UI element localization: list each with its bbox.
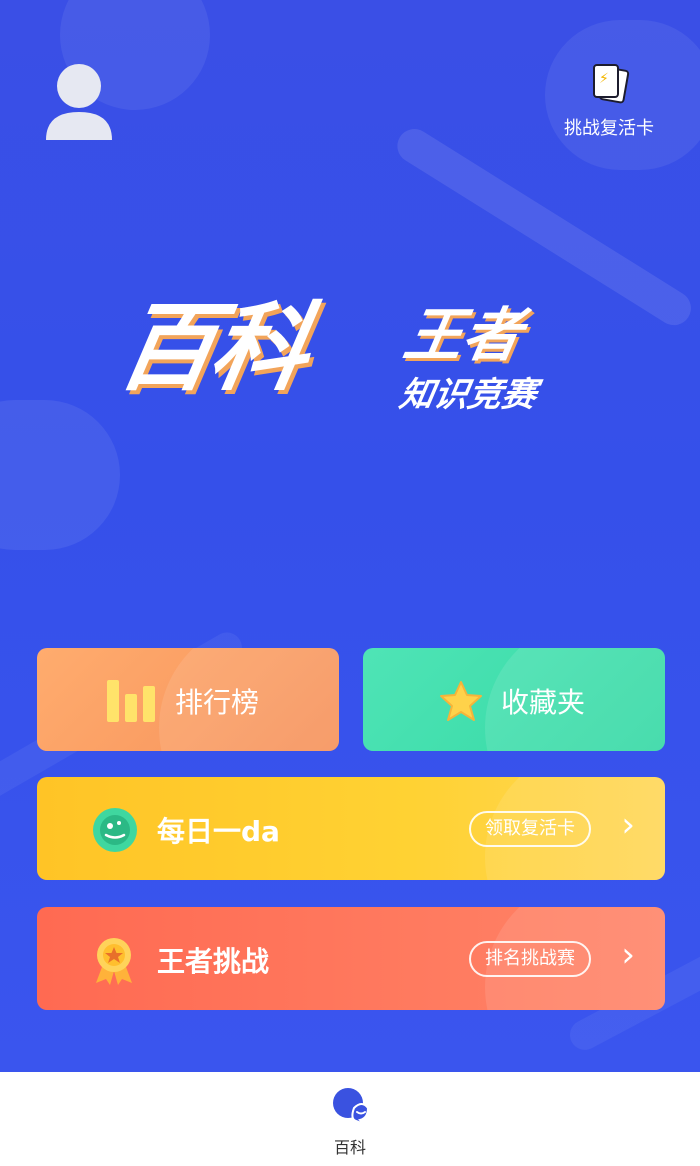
favorites-label: 收藏夹: [501, 686, 586, 719]
logo-title-main: 百科: [110, 292, 314, 404]
logo-subtitle: 知识竞赛: [396, 375, 540, 415]
chevron-right-icon: ›: [621, 935, 635, 975]
chevron-right-icon: ›: [621, 805, 635, 845]
home-screen: ⚡ 挑战复活卡 百科 王者 知识竞赛 排行榜 收藏夹 每日一da 领取复活卡 ›…: [0, 0, 700, 1072]
bar-chart-icon: [107, 680, 155, 722]
tab-label: 百科: [333, 1138, 366, 1157]
revive-card-icon: ⚡: [591, 64, 630, 104]
ranking-challenge-pill[interactable]: 排名挑战赛: [469, 941, 591, 977]
chat-bubble-icon: [333, 1088, 370, 1125]
star-icon: [440, 681, 482, 721]
king-challenge-button[interactable]: 王者挑战 排名挑战赛 ›: [37, 907, 665, 1010]
leaderboard-button[interactable]: 排行榜: [37, 648, 339, 751]
leaderboard-label: 排行榜: [175, 686, 260, 719]
tab-encyclopedia[interactable]: 百科: [310, 1086, 390, 1158]
favorites-button[interactable]: 收藏夹: [363, 648, 665, 751]
daily-quiz-label: 每日一da: [157, 815, 280, 848]
daily-quiz-button[interactable]: 每日一da 领取复活卡 ›: [37, 777, 665, 880]
revive-card-button[interactable]: ⚡ 挑战复活卡: [554, 64, 664, 140]
medal-icon: [96, 938, 132, 985]
logo-title-king: 王者: [399, 301, 528, 369]
decor-bubble: [0, 400, 120, 550]
revive-card-label: 挑战复活卡: [564, 118, 654, 139]
king-challenge-label: 王者挑战: [157, 945, 270, 978]
claim-revive-card-pill[interactable]: 领取复活卡: [469, 811, 591, 847]
app-logo: 百科 王者 知识竞赛: [110, 292, 590, 430]
daily-bubble-icon: [93, 808, 137, 852]
bottom-tab-bar: 百科: [0, 1072, 700, 1166]
user-icon: [46, 64, 112, 140]
user-avatar[interactable]: [42, 60, 116, 144]
